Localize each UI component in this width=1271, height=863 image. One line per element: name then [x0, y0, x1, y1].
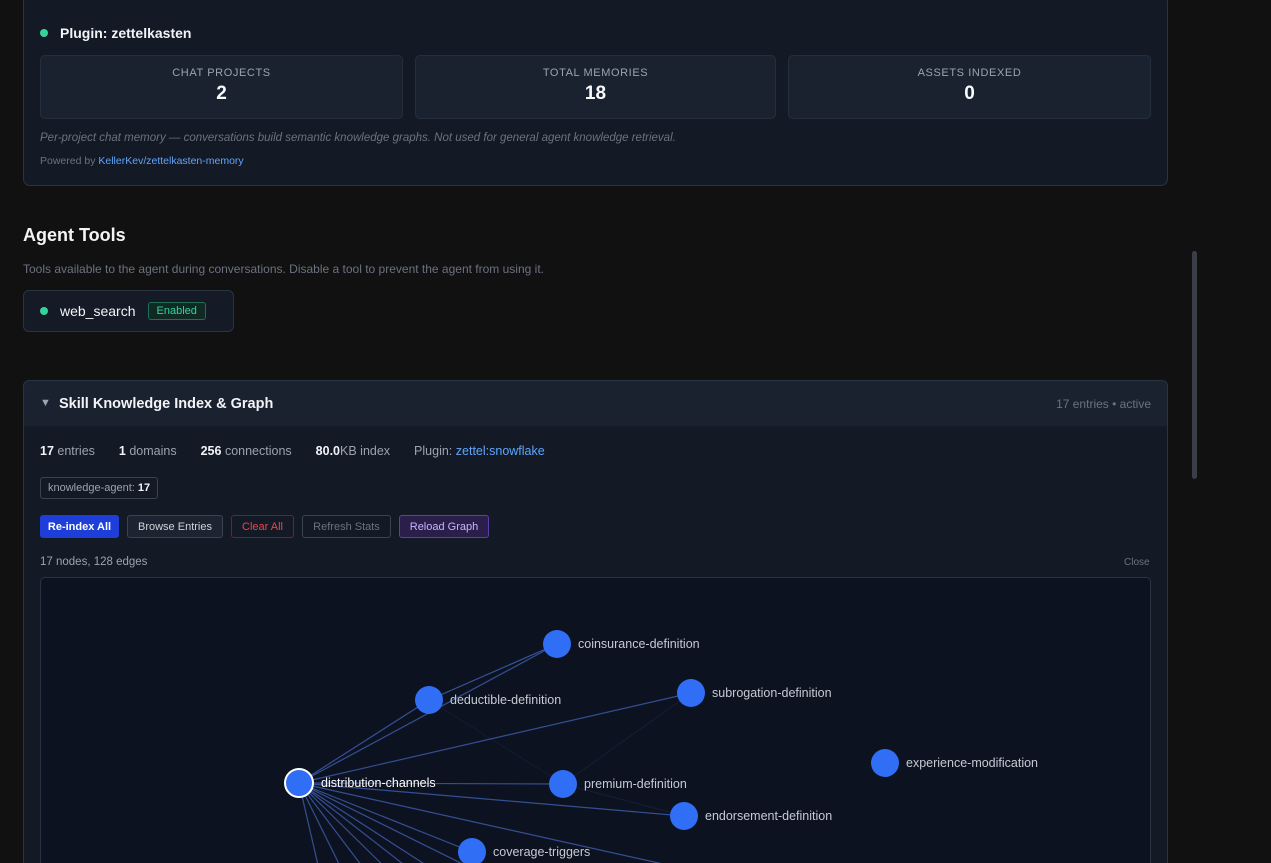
- graph-node-label: distribution-channels: [321, 776, 436, 790]
- graph-node-label: coverage-triggers: [493, 845, 590, 859]
- graph-edge: [298, 699, 430, 784]
- stat-value: 2: [216, 83, 227, 104]
- graph-edge: [562, 692, 692, 785]
- plugin-header: Plugin: zettelkasten: [40, 25, 191, 41]
- powered-link[interactable]: KellerKev/zettelkasten-memory: [98, 155, 243, 167]
- clear-all-button[interactable]: Clear All: [231, 515, 294, 538]
- browse-entries-button[interactable]: Browse Entries: [127, 515, 223, 538]
- stat-label: TOTAL MEMORIES: [542, 67, 649, 79]
- plugin-title: Plugin: zettelkasten: [60, 25, 192, 41]
- stat-plugin: Plugin: zettel:snowflake: [414, 444, 545, 458]
- stat-label: ASSETS INDEXED: [917, 67, 1022, 79]
- plugin-card: Plugin: zettelkasten CHAT PROJECTS 2 TOT…: [23, 0, 1168, 186]
- reload-graph-button[interactable]: Reload Graph: [399, 515, 489, 538]
- graph-node-label: experience-modification: [906, 756, 1038, 770]
- graph-node-coverage-triggers[interactable]: [458, 838, 486, 863]
- agent-tools-title: Agent Tools: [23, 225, 126, 245]
- plugin-powered-by: Powered by KellerKev/zettelkasten-memory: [40, 155, 244, 167]
- stat-value: 18: [584, 83, 607, 104]
- graph-node-label: deductible-definition: [450, 693, 561, 707]
- skill-index-title: Skill Knowledge Index & Graph: [59, 396, 274, 412]
- status-dot-icon: [40, 29, 48, 37]
- graph-node-coinsurance-definition[interactable]: [543, 630, 571, 658]
- stat-chat-projects: CHAT PROJECTS 2: [40, 55, 403, 119]
- graph-node-label: subrogation-definition: [712, 686, 832, 700]
- scrollbar-thumb[interactable]: [1192, 251, 1197, 479]
- knowledge-graph-svg[interactable]: distribution-channels coinsurance-definit…: [41, 578, 1151, 863]
- stat-value: 0: [964, 83, 975, 104]
- tool-web-search[interactable]: web_search Enabled: [23, 290, 234, 332]
- caret-down-icon[interactable]: ▼: [40, 397, 51, 409]
- stat-domains: 1 domains: [118, 444, 177, 458]
- graph-node-premium-definition[interactable]: [549, 770, 577, 798]
- tool-name: web_search: [60, 303, 136, 319]
- graph-edge: [428, 699, 564, 785]
- graph-node-experience-modification[interactable]: [871, 749, 899, 777]
- stat-index-size: 80.0KB index: [315, 444, 391, 458]
- reindex-all-button[interactable]: Re-index All: [40, 515, 119, 538]
- stat-total-memories: TOTAL MEMORIES 18: [415, 55, 776, 119]
- plugin-description: Per-project chat memory — conversations …: [40, 132, 676, 144]
- tool-status-badge[interactable]: Enabled: [147, 302, 206, 320]
- plugin-link[interactable]: zettel:snowflake: [456, 444, 545, 458]
- graph-node-endorsement-definition[interactable]: [670, 802, 698, 830]
- stat-label: CHAT PROJECTS: [172, 67, 271, 79]
- skill-index-header[interactable]: ▼ Skill Knowledge Index & Graph 17 entri…: [23, 380, 1168, 427]
- graph-node-deductible-definition[interactable]: [415, 686, 443, 714]
- skill-index-meta: 17 entries • active: [1056, 397, 1151, 411]
- domain-tag-name: knowledge-agent:: [48, 482, 135, 494]
- stat-entries: 17 entries: [40, 444, 95, 458]
- graph-edge: [298, 782, 662, 863]
- graph-node-label: coinsurance-definition: [578, 637, 700, 651]
- graph-close-button[interactable]: Close: [1124, 557, 1150, 568]
- domain-tag-count: 17: [137, 482, 151, 494]
- stat-assets-indexed: ASSETS INDEXED 0: [788, 55, 1151, 119]
- graph-node-label: premium-definition: [584, 777, 687, 791]
- graph-node-subrogation-definition[interactable]: [677, 679, 705, 707]
- graph-node-label: endorsement-definition: [705, 809, 832, 823]
- knowledge-graph[interactable]: distribution-channels coinsurance-definit…: [40, 577, 1151, 863]
- agent-tools-description: Tools available to the agent during conv…: [23, 262, 544, 276]
- skill-stats-row: 17 entries 1 domains 256 connections 80.…: [40, 444, 545, 458]
- powered-prefix: Powered by: [40, 155, 96, 167]
- graph-edge: [428, 643, 558, 701]
- refresh-stats-button[interactable]: Refresh Stats: [302, 515, 391, 538]
- graph-edge: [298, 782, 424, 863]
- stat-connections: 256 connections: [200, 444, 292, 458]
- status-dot-icon: [40, 307, 48, 315]
- graph-meta: 17 nodes, 128 edges: [40, 556, 148, 568]
- graph-node-distribution-channels[interactable]: [284, 768, 314, 798]
- domain-tag[interactable]: knowledge-agent: 17: [40, 477, 159, 499]
